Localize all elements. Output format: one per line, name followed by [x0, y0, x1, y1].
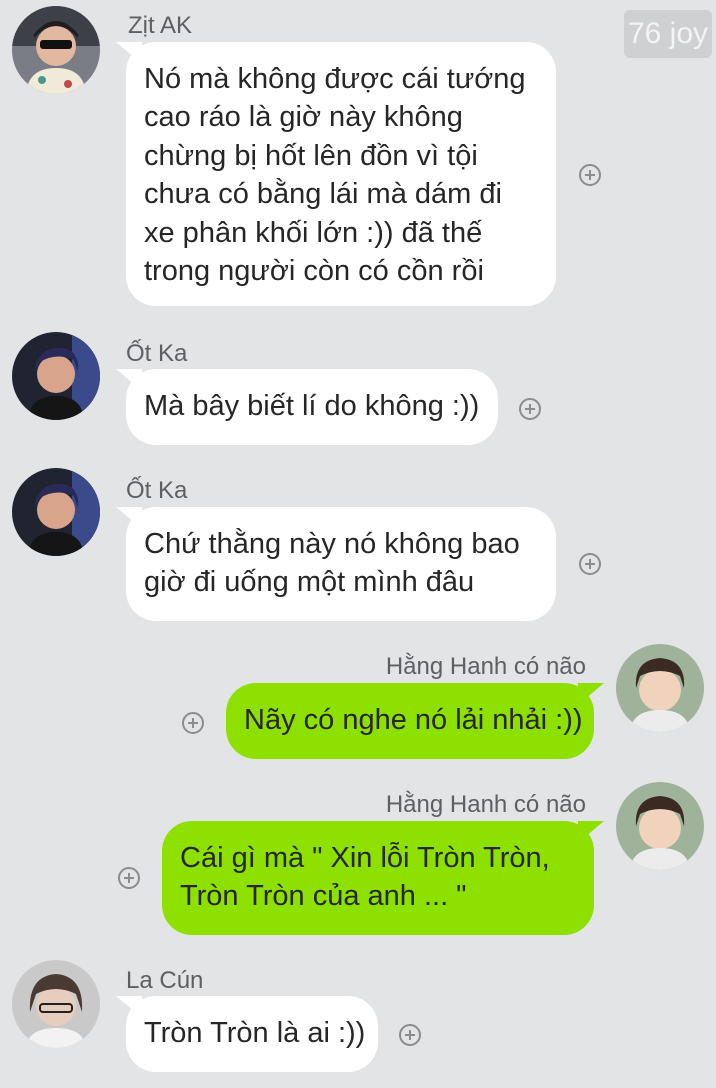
watermark-badge: 76 joy: [624, 10, 712, 58]
sender-name: Hằng Hanh có não: [385, 653, 586, 680]
user-avatar-icon[interactable]: [12, 468, 100, 556]
message-text: Tròn Tròn của anh ... ": [180, 880, 467, 913]
message-text: Nó mà không được cái tướng: [144, 63, 526, 95]
user-avatar-icon[interactable]: [12, 6, 100, 94]
message-text: Cái gì mà " Xin lỗi Tròn Tròn,: [180, 842, 550, 874]
message-text: Tròn Tròn là ai :)): [144, 1017, 366, 1049]
add-reaction-icon[interactable]: [399, 1024, 421, 1046]
message-bubble[interactable]: Cái gì mà " Xin lỗi Tròn Tròn, Tròn Tròn…: [162, 821, 594, 935]
add-reaction-icon[interactable]: [519, 398, 541, 420]
sender-name: Ốt Ka: [126, 477, 188, 504]
message-bubble[interactable]: Tròn Tròn là ai :)): [126, 996, 378, 1072]
message-text: chừng bị hốt lên đồn vì tội: [144, 139, 478, 172]
user-avatar-icon[interactable]: [616, 782, 704, 870]
message-text: Mà bây biết lí do không :)): [144, 390, 480, 422]
message-text: cao ráo là giờ này không: [144, 101, 463, 134]
message-text: chưa có bằng lái mà dám đi: [144, 178, 502, 211]
user-avatar-icon[interactable]: [616, 644, 704, 732]
sender-name: Hằng Hanh có não: [385, 791, 586, 818]
sender-name: La Cún: [126, 967, 204, 994]
add-reaction-icon[interactable]: [182, 712, 204, 734]
add-reaction-icon[interactable]: [118, 867, 140, 889]
user-avatar-icon[interactable]: [12, 960, 100, 1048]
user-avatar-icon[interactable]: [12, 332, 100, 420]
message-bubble[interactable]: Mà bây biết lí do không :)): [126, 369, 498, 445]
message-bubble[interactable]: Chứ thằng này nó không bao giờ đi uống m…: [126, 507, 556, 621]
add-reaction-icon[interactable]: [579, 553, 601, 575]
add-reaction-icon[interactable]: [579, 164, 601, 186]
message-bubble[interactable]: Nãy có nghe nó lải nhải :)): [226, 683, 594, 759]
message-text: Nãy có nghe nó lải nhải :)): [244, 704, 583, 736]
message-text: Chứ thằng này nó không bao: [144, 528, 520, 560]
message-text: xe phân khối lớn :)) đã thế: [144, 216, 483, 249]
sender-name: Ốt Ka: [126, 340, 188, 367]
message-bubble[interactable]: Nó mà không được cái tướng cao ráo là gi…: [126, 42, 556, 306]
message-text: trong người còn có cồn rồi: [144, 255, 484, 288]
message-text: giờ đi uống một mình đâu: [144, 566, 475, 599]
sender-name: Zịt AK: [128, 12, 193, 39]
